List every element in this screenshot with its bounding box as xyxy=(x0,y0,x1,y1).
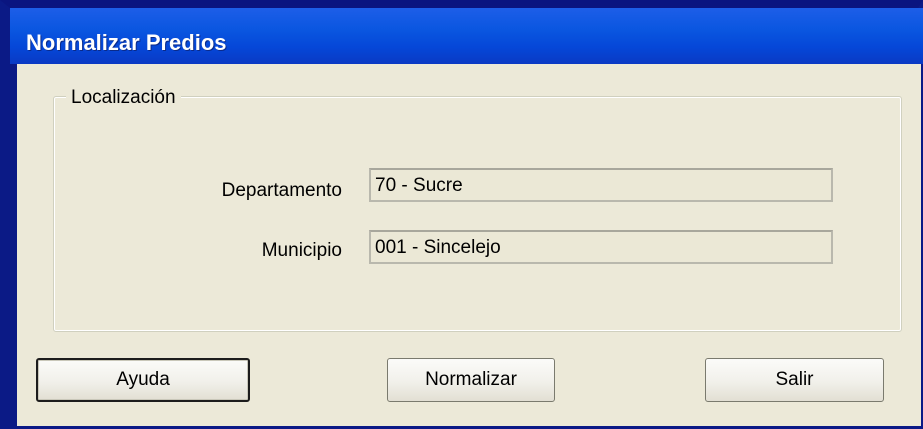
help-button[interactable]: Ayuda xyxy=(36,358,250,402)
title-bar[interactable]: Normalizar Predios xyxy=(10,8,923,64)
department-label: Departamento xyxy=(221,180,342,201)
municipality-field[interactable]: 001 - Sincelejo xyxy=(369,230,833,264)
department-field[interactable]: 70 - Sucre xyxy=(369,168,833,202)
window-title: Normalizar Predios xyxy=(26,30,227,55)
exit-button[interactable]: Salir xyxy=(705,358,884,402)
location-groupbox xyxy=(53,96,902,332)
dialog-body: Localización Departamento 70 - Sucre Mun… xyxy=(17,64,921,426)
normalize-button[interactable]: Normalizar xyxy=(387,358,555,402)
municipality-label: Municipio xyxy=(261,240,342,261)
location-group-label: Localización xyxy=(66,87,181,109)
